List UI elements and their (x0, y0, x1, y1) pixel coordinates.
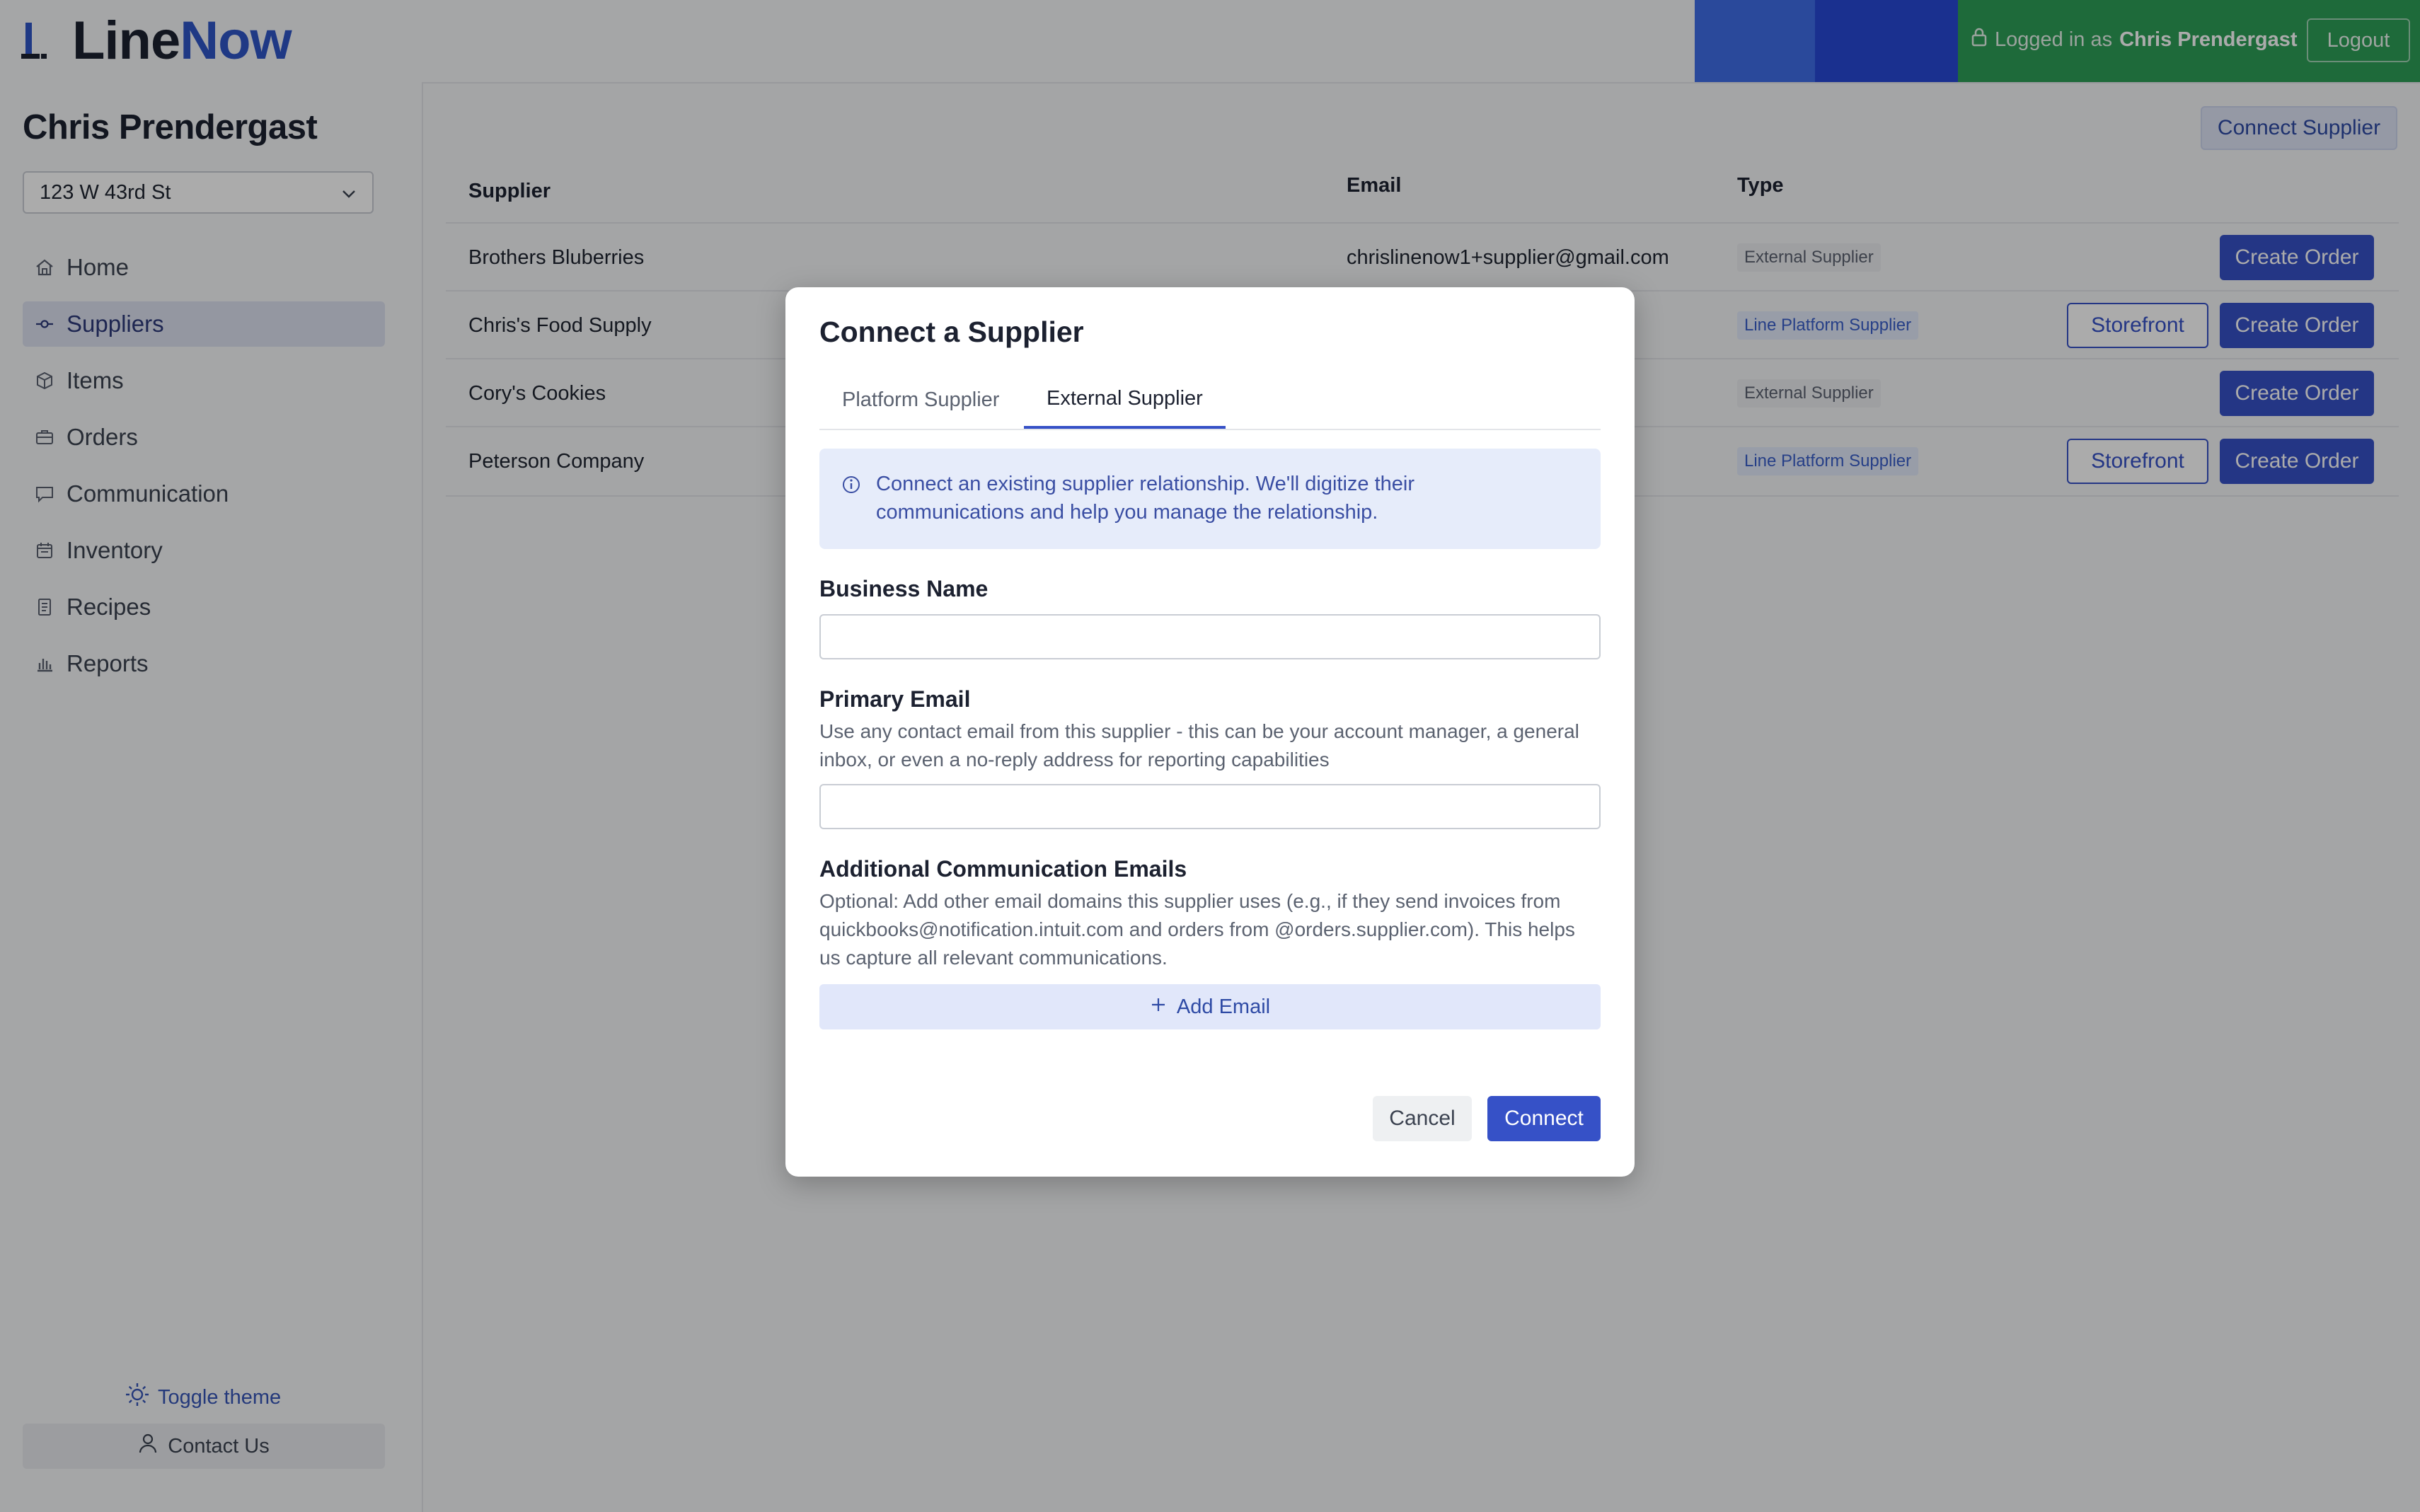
add-email-button[interactable]: Add Email (819, 984, 1601, 1029)
plus-icon (1150, 996, 1167, 1019)
info-text: Connect an existing supplier relationshi… (876, 473, 1415, 524)
modal-title: Connect a Supplier (819, 316, 1084, 348)
business-name-label: Business Name (819, 576, 989, 601)
add-email-label: Add Email (1176, 995, 1271, 1018)
tab-platform-supplier[interactable]: Platform Supplier (819, 371, 1022, 429)
info-callout: Connect an existing supplier relationshi… (819, 449, 1601, 549)
connect-button[interactable]: Connect (1487, 1096, 1601, 1141)
primary-email-label: Primary Email (819, 686, 971, 712)
info-icon (841, 470, 862, 549)
business-name-input[interactable] (819, 614, 1601, 659)
cancel-button[interactable]: Cancel (1373, 1096, 1472, 1141)
additional-emails-help: Optional: Add other email domains this s… (819, 890, 1575, 969)
connect-supplier-modal: Connect a Supplier Platform Supplier Ext… (785, 287, 1635, 1177)
additional-emails-label: Additional Communication Emails (819, 856, 1187, 882)
primary-email-help: Use any contact email from this supplier… (819, 720, 1579, 771)
tab-external-supplier[interactable]: External Supplier (1024, 371, 1226, 429)
supplier-type-tabs: Platform Supplier External Supplier (819, 371, 1601, 430)
primary-email-input[interactable] (819, 784, 1601, 829)
